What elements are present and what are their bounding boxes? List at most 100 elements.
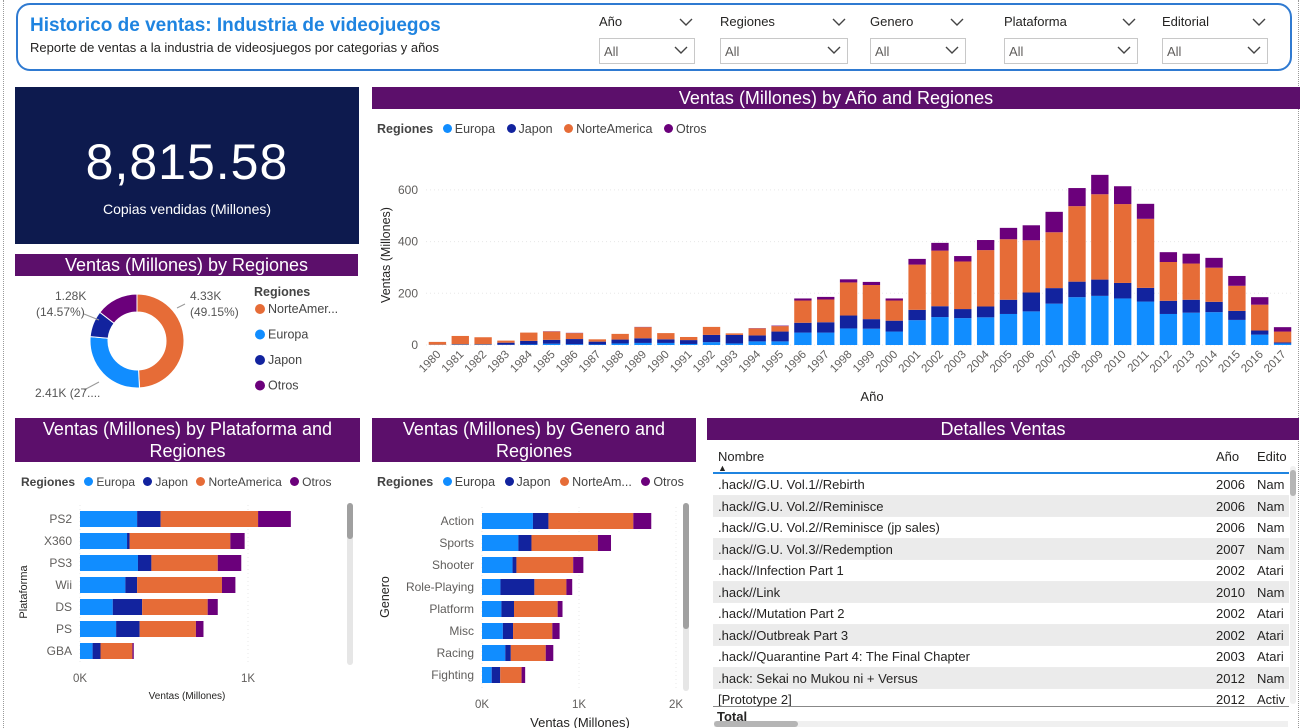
bar-segment-europa-2003[interactable]: [954, 318, 972, 345]
bar-segment-japon-1985[interactable]: [542, 339, 561, 344]
legend-item-japon[interactable]: Japon: [506, 122, 553, 136]
bar-segment-japon-2007[interactable]: [1045, 288, 1063, 304]
bar-segment-otros-1997[interactable]: [817, 296, 835, 300]
column-header-editorial[interactable]: Edito: [1257, 449, 1287, 464]
bar-segment-otros-1998[interactable]: [839, 279, 858, 283]
bar-segment-japon-1987[interactable]: [588, 341, 606, 345]
donut-slice-norteamerica[interactable]: [136, 293, 185, 389]
legend-item-otros[interactable]: Otros: [290, 475, 332, 489]
bar-segment-europa-shooter[interactable]: [482, 557, 513, 573]
bar-segment-norteamerica-misc[interactable]: [513, 623, 553, 639]
bar-segment-otros-gba[interactable]: [132, 643, 134, 659]
bar-segment-japon-1992[interactable]: [702, 334, 721, 343]
bar-segment-japon-ps3[interactable]: [137, 555, 152, 571]
bar-segment-japon-2012[interactable]: [1159, 300, 1178, 314]
scrollbar-thumb[interactable]: [683, 503, 689, 629]
bar-segment-japon-ds[interactable]: [112, 599, 143, 615]
bar-segment-europa-2005[interactable]: [999, 313, 1018, 345]
bar-segment-norteamerica-1995[interactable]: [771, 326, 789, 332]
bar-segment-otros-2014[interactable]: [1205, 257, 1223, 268]
bar-segment-norteamerica-action[interactable]: [548, 513, 634, 529]
table-row[interactable]: .hack//Quarantine Part 4: The Final Chap…: [713, 646, 1289, 668]
bar-segment-europa-2012[interactable]: [1159, 313, 1178, 345]
bar-segment-japon-2009[interactable]: [1091, 279, 1109, 296]
bar-segment-otros-2001[interactable]: [908, 258, 926, 265]
bar-segment-norteamerica-shooter[interactable]: [516, 557, 574, 573]
bar-segment-japon-2008[interactable]: [1068, 281, 1086, 298]
bar-segment-norteamerica-2015[interactable]: [1228, 285, 1246, 311]
bar-segment-europa-ps3[interactable]: [80, 555, 138, 571]
bar-segment-norteamerica-gba[interactable]: [100, 643, 133, 659]
bar-segment-otros-wii[interactable]: [221, 577, 236, 593]
bar-segment-japon-1995[interactable]: [771, 331, 789, 342]
donut-slice-europa[interactable]: [89, 336, 141, 389]
table-row[interactable]: .hack//G.U. Vol.1//Rebirth 2006 Nam: [713, 474, 1289, 496]
bar-segment-norteamerica-1997[interactable]: [817, 299, 835, 323]
bar-segment-europa-2002[interactable]: [931, 317, 949, 345]
genre-region-bar-chart[interactable]: 0K 1K 2K Action Sports Shooter Role-Playing Pla…: [372, 495, 696, 728]
slicer-year[interactable]: Año All: [599, 11, 695, 64]
bar-segment-europa-2017[interactable]: [1273, 343, 1292, 345]
bar-segment-otros-2005[interactable]: [999, 227, 1018, 240]
bar-segment-otros-ds[interactable]: [207, 599, 218, 615]
slicer-publisher[interactable]: Editorial All: [1162, 11, 1268, 64]
bar-segment-norteamerica-1983[interactable]: [497, 340, 515, 343]
table-row[interactable]: .hack//G.U. Vol.2//Reminisce (jp sales) 2…: [713, 517, 1289, 539]
bar-segment-japon-1999[interactable]: [862, 319, 881, 329]
bar-segment-japon-1990[interactable]: [657, 339, 675, 343]
bar-segment-otros-ps[interactable]: [195, 621, 204, 637]
bar-segment-japon-1986[interactable]: [565, 339, 584, 345]
bar-segment-norteamerica-2004[interactable]: [976, 250, 995, 307]
bar-segment-japon-2015[interactable]: [1228, 310, 1246, 320]
bar-segment-europa-1981[interactable]: [451, 344, 469, 345]
bar-segment-europa-2014[interactable]: [1205, 312, 1223, 345]
bar-segment-europa-ds[interactable]: [80, 599, 113, 615]
bar-segment-japon-racing[interactable]: [505, 645, 511, 661]
bar-segment-europa-1988[interactable]: [611, 343, 629, 345]
bar-segment-europa-platform[interactable]: [482, 601, 502, 617]
bar-segment-europa-1997[interactable]: [817, 332, 835, 345]
bar-segment-europa-2009[interactable]: [1091, 295, 1109, 345]
bar-segment-japon-ps[interactable]: [116, 621, 140, 637]
bar-segment-europa-2001[interactable]: [908, 320, 926, 345]
bar-segment-europa-2007[interactable]: [1045, 303, 1063, 345]
bar-segment-norteamerica-1993[interactable]: [725, 333, 744, 335]
table-row[interactable]: .hack: Sekai no Mukou ni + Versus 2012 Nam: [713, 667, 1289, 689]
chevron-down-icon[interactable]: [1252, 11, 1266, 27]
bar-segment-norteamerica-2017[interactable]: [1273, 331, 1292, 343]
slicer-genre[interactable]: Genero All: [870, 11, 966, 64]
bar-segment-otros-fighting[interactable]: [521, 667, 526, 683]
bar-segment-norteamerica-1992[interactable]: [702, 326, 721, 335]
bar-segment-otros-ps3[interactable]: [217, 555, 242, 571]
table-row[interactable]: .hack//G.U. Vol.2//Reminisce 2006 Nam: [713, 495, 1289, 517]
bar-segment-otros-2006[interactable]: [1022, 225, 1040, 241]
slicer-genre-dropdown[interactable]: All: [870, 38, 966, 64]
bar-segment-otros-2002[interactable]: [931, 242, 949, 251]
chevron-down-icon[interactable]: [1122, 11, 1136, 27]
bar-segment-norteamerica-role-playing[interactable]: [534, 579, 567, 595]
scrollbar-thumb[interactable]: [714, 721, 798, 727]
bar-segment-japon-misc[interactable]: [502, 623, 514, 639]
bar-segment-europa-2004[interactable]: [976, 317, 995, 345]
bar-segment-europa-1993[interactable]: [725, 343, 744, 345]
scrollbar-thumb[interactable]: [1290, 470, 1296, 496]
bar-segment-europa-2016[interactable]: [1251, 334, 1269, 345]
bar-segment-japon-1997[interactable]: [817, 322, 835, 333]
bar-segment-otros-2003[interactable]: [954, 256, 972, 262]
bar-segment-otros-x360[interactable]: [230, 533, 245, 549]
bar-segment-japon-1994[interactable]: [748, 335, 766, 342]
donut-chart[interactable]: 4.33K (49.15%) 1.28K (14.57%) 2.41K (27.... R…: [15, 278, 359, 418]
donut-legend-japon[interactable]: Japon: [268, 353, 302, 367]
bar-segment-norteamerica-ps2[interactable]: [160, 511, 259, 527]
bar-segment-europa-ps2[interactable]: [80, 511, 138, 527]
bar-segment-japon-1983[interactable]: [497, 342, 515, 345]
table-row[interactable]: .hack//Outbreak Part 3 2002 Atari: [713, 624, 1289, 646]
bar-segment-japon-1989[interactable]: [634, 338, 652, 343]
bar-segment-japon-2006[interactable]: [1022, 292, 1040, 312]
bar-segment-norteamerica-1982[interactable]: [474, 337, 492, 345]
bar-segment-norteamerica-2016[interactable]: [1251, 304, 1269, 331]
bar-segment-otros-2013[interactable]: [1182, 253, 1200, 264]
bar-segment-japon-2003[interactable]: [954, 309, 972, 319]
donut-legend-europa[interactable]: Europa: [268, 328, 308, 342]
bar-segment-japon-ps2[interactable]: [137, 511, 161, 527]
